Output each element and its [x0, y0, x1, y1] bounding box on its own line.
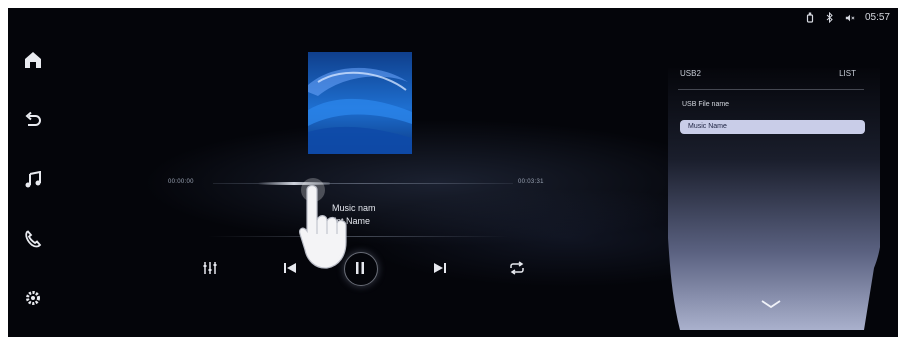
tab-divider [678, 89, 864, 90]
phone-icon[interactable] [20, 226, 46, 252]
pause-button[interactable] [348, 256, 372, 280]
pause-icon [356, 262, 364, 274]
tab-list[interactable]: LIST [839, 69, 856, 78]
usb-icon [805, 12, 815, 23]
next-icon [434, 263, 446, 273]
car-head-unit-screen: 05:57 00:00:00 00:03:31 Music nam tist N… [8, 8, 898, 337]
tab-source[interactable]: USB2 [680, 69, 701, 78]
equalizer-button[interactable] [198, 256, 222, 280]
elapsed-time: 00:00:00 [168, 179, 194, 185]
previous-icon [284, 263, 296, 273]
bluetooth-icon [825, 12, 835, 23]
equalizer-icon [203, 262, 217, 274]
previous-button[interactable] [278, 256, 302, 280]
list-item-selected[interactable]: Music Name [680, 120, 865, 134]
playlist-tabs: USB2 LIST [680, 69, 856, 78]
album-art [308, 52, 412, 154]
left-nav [8, 8, 58, 337]
clock: 05:57 [864, 12, 890, 23]
home-icon[interactable] [20, 47, 46, 73]
next-button[interactable] [428, 256, 452, 280]
volume-mute-icon [845, 12, 855, 23]
playlist-panel: USB2 LIST USB File name Music Name [668, 68, 880, 330]
back-icon[interactable] [20, 106, 46, 132]
tap-hand-icon [295, 176, 355, 272]
repeat-button[interactable] [505, 256, 529, 280]
chevron-down-icon [761, 300, 781, 309]
repeat-icon [510, 261, 524, 275]
settings-icon[interactable] [20, 285, 46, 311]
folder-name[interactable]: USB File name [682, 101, 729, 108]
divider [208, 236, 508, 237]
music-icon[interactable] [20, 167, 46, 193]
total-time: 00:03:31 [518, 179, 544, 185]
collapse-panel-button[interactable] [760, 296, 782, 314]
status-bar: 05:57 [805, 12, 890, 23]
